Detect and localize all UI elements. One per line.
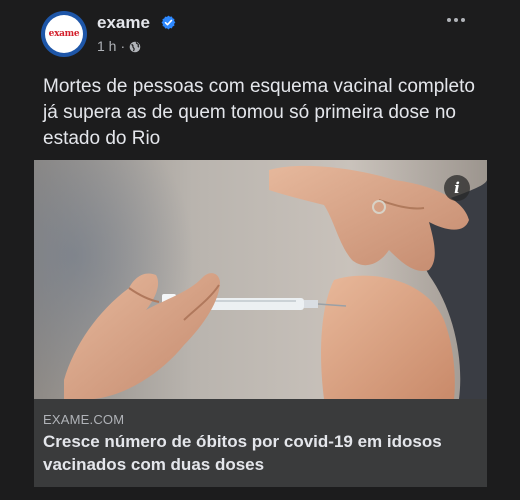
dot <box>454 18 458 22</box>
link-domain: EXAME.COM <box>43 412 125 427</box>
dot <box>447 18 451 22</box>
link-headline[interactable]: Cresce número de óbitos por covid-19 em … <box>43 430 463 476</box>
more-options-button[interactable] <box>442 12 470 28</box>
page-name-link[interactable]: exame <box>97 13 150 33</box>
post-meta: 1 h · <box>97 38 141 54</box>
vaccine-injection-photo[interactable] <box>34 160 487 399</box>
page-avatar[interactable]: exame <box>41 11 87 57</box>
exame-logo: exame <box>48 29 80 39</box>
meta-separator: · <box>120 38 126 54</box>
facebook-post: exame exame 1 h · Mortes de pessoas com … <box>0 0 520 500</box>
post-time[interactable]: 1 h <box>97 38 116 54</box>
post-caption: Mortes de pessoas com esquema vacinal co… <box>43 76 475 149</box>
info-button[interactable]: i <box>444 175 470 201</box>
link-preview[interactable]: EXAME.COM Cresce número de óbitos por co… <box>34 399 487 487</box>
verified-badge-icon <box>161 15 176 30</box>
dot <box>461 18 465 22</box>
globe-icon <box>129 41 141 52</box>
info-icon: i <box>454 179 460 197</box>
